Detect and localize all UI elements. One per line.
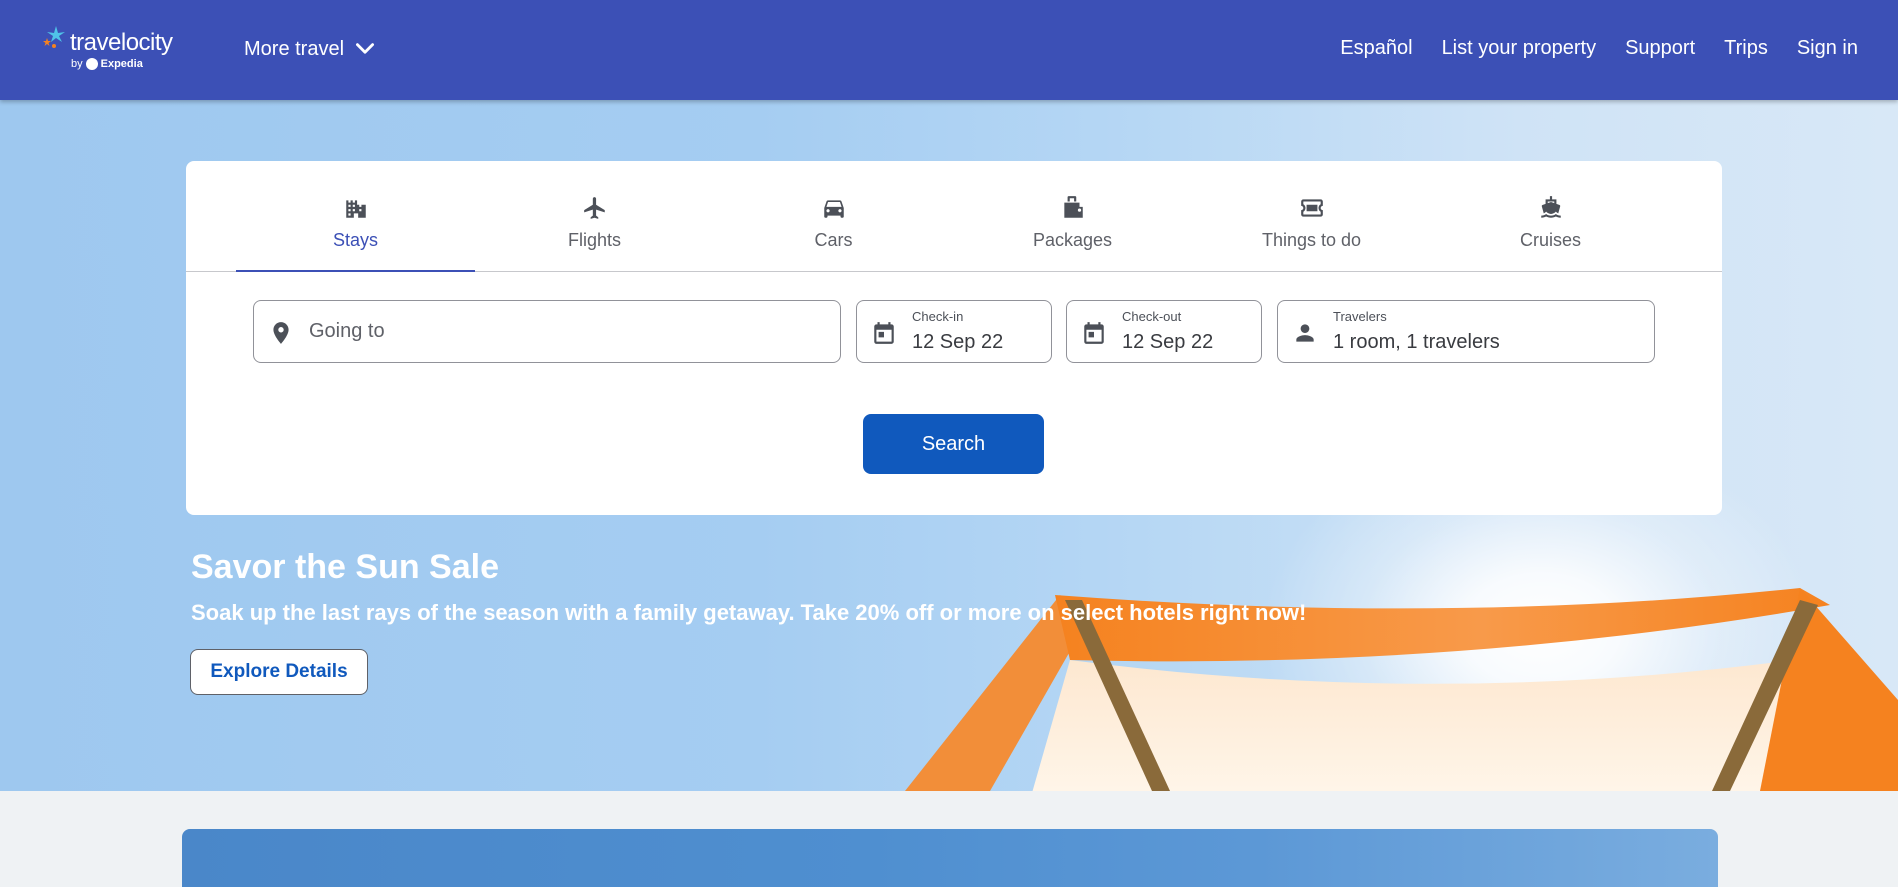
- going-to-placeholder: Going to: [309, 320, 385, 342]
- tab-label: Cars: [814, 230, 853, 250]
- check-out-date-field[interactable]: Check-out 12 Sep 22: [1066, 300, 1262, 363]
- travelers-field[interactable]: Travelers 1 room, 1 travelers: [1277, 300, 1655, 363]
- explore-details-button[interactable]: Explore Details: [190, 649, 368, 695]
- tab-flights[interactable]: Flights: [475, 161, 714, 271]
- travelers-value: 1 room, 1 travelers: [1333, 331, 1500, 353]
- logo-star-icon: [43, 26, 65, 48]
- tab-things-to-do[interactable]: Things to do: [1192, 161, 1431, 271]
- tab-cruises[interactable]: Cruises: [1431, 161, 1670, 271]
- check-out-value: 12 Sep 22: [1122, 331, 1214, 353]
- check-in-label: Check-in: [912, 309, 964, 324]
- promo-title: Savor the Sun Sale: [191, 548, 499, 586]
- going-to-input[interactable]: Going to: [253, 300, 841, 363]
- check-out-label: Check-out: [1122, 309, 1182, 324]
- search-card: Stays Flights Cars Packages Things to do…: [186, 161, 1722, 515]
- search-tabs: Stays Flights Cars Packages Things to do…: [236, 161, 1672, 272]
- top-navigation-bar: travelocity by Expedia More travel Españ…: [0, 0, 1898, 100]
- check-in-date-field[interactable]: Check-in 12 Sep 22: [856, 300, 1052, 363]
- brand-name: travelocity: [70, 29, 173, 56]
- travelocity-logo[interactable]: travelocity by Expedia: [40, 22, 190, 74]
- building-icon: [345, 200, 366, 218]
- tab-cars[interactable]: Cars: [714, 161, 953, 271]
- support-link[interactable]: Support: [1625, 37, 1695, 60]
- tab-stays[interactable]: Stays: [236, 161, 475, 272]
- header-nav-links: Español List your property Support Trips…: [1340, 37, 1858, 60]
- tab-label: Things to do: [1261, 230, 1362, 250]
- ship-icon: [1540, 196, 1561, 218]
- calendar-icon: [1084, 322, 1104, 344]
- car-icon: [823, 200, 844, 218]
- language-link[interactable]: Español: [1340, 37, 1412, 60]
- expedia-mark-icon: [85, 58, 98, 70]
- luggage-icon: [1063, 196, 1083, 218]
- tab-label: Flights: [567, 230, 621, 250]
- tab-label: Cruises: [1519, 230, 1581, 250]
- trips-link[interactable]: Trips: [1724, 37, 1768, 60]
- person-icon: [1296, 324, 1314, 342]
- list-property-link[interactable]: List your property: [1442, 37, 1597, 60]
- ticket-icon: [1300, 199, 1323, 217]
- calendar-icon: [874, 322, 894, 344]
- promo-subtitle: Soak up the last rays of the season with…: [191, 600, 1307, 625]
- airplane-icon: [583, 197, 605, 219]
- location-pin-icon: [273, 322, 289, 344]
- tab-packages[interactable]: Packages: [953, 161, 1192, 271]
- search-button[interactable]: Search: [863, 414, 1044, 474]
- more-travel-label: More travel: [244, 37, 345, 60]
- brand-by-text: by: [71, 58, 83, 70]
- brand-by-expedia: by Expedia: [71, 58, 143, 70]
- check-in-value: 12 Sep 22: [912, 331, 1004, 353]
- brand-parent-text: Expedia: [100, 58, 143, 70]
- tab-label: Stays: [332, 230, 379, 250]
- secondary-banner: [182, 829, 1718, 887]
- chevron-down-icon: [356, 43, 375, 54]
- more-travel-menu[interactable]: More travel: [244, 36, 378, 62]
- travelers-label: Travelers: [1333, 309, 1387, 324]
- sign-in-link[interactable]: Sign in: [1797, 37, 1858, 60]
- tab-label: Packages: [1032, 230, 1113, 250]
